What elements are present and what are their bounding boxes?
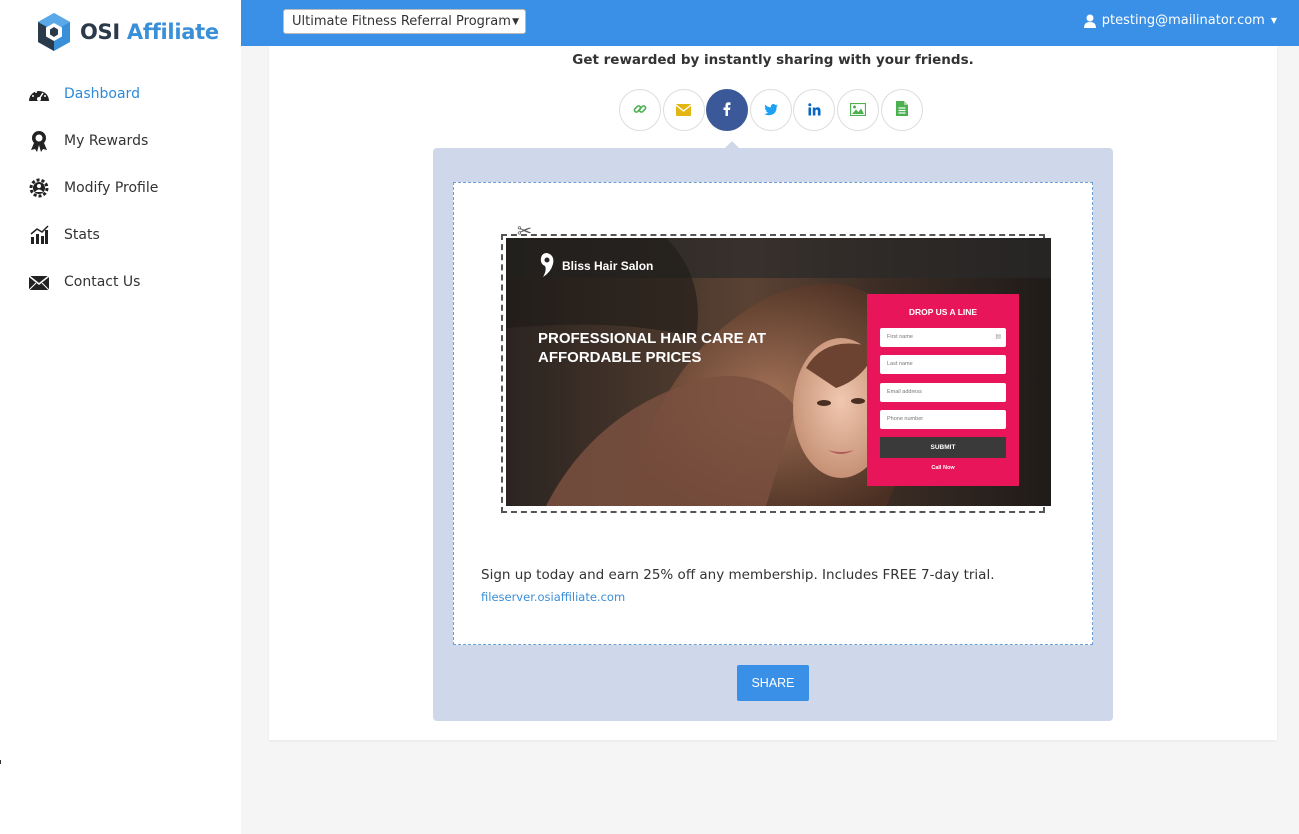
share-email-button[interactable] bbox=[662, 89, 705, 131]
share-message: Sign up today and earn 25% off any membe… bbox=[481, 567, 995, 583]
form-title: DROP US A LINE bbox=[908, 307, 978, 317]
form-first-name-field: First name ▤ bbox=[880, 328, 1006, 347]
user-icon bbox=[1083, 14, 1096, 28]
sidebar-item-label: Dashboard bbox=[64, 85, 140, 102]
envelope-icon bbox=[28, 271, 50, 293]
dashboard-gauge-icon bbox=[28, 83, 50, 105]
corner-mark bbox=[0, 760, 4, 764]
banner-hero-title: PROFESSIONAL HAIR CARE AT AFFORDABLE PRI… bbox=[538, 330, 767, 366]
share-options bbox=[619, 89, 924, 131]
brand-logo[interactable]: OSI Affiliate bbox=[36, 12, 219, 52]
user-email: ptesting@mailinator.com bbox=[1101, 13, 1265, 28]
user-menu[interactable]: ptesting@mailinator.com ▼ bbox=[1083, 13, 1277, 28]
promo-banner-image: Bliss Hair Salon PROFESSIONAL HAIR CARE … bbox=[506, 238, 1051, 506]
form-last-name-field: Last name bbox=[880, 355, 1006, 374]
share-button[interactable]: SHARE bbox=[737, 665, 809, 701]
bar-chart-icon bbox=[28, 224, 50, 246]
sidebar-item-label: Stats bbox=[64, 226, 100, 243]
autofill-icon: ▤ bbox=[995, 334, 1001, 340]
sidebar-item-stats[interactable]: Stats bbox=[0, 211, 241, 258]
sidebar: OSI Affiliate Dashboard My Rewards Modif… bbox=[0, 0, 241, 834]
chevron-down-icon: ▼ bbox=[512, 17, 519, 27]
gear-user-icon bbox=[28, 177, 50, 199]
twitter-icon bbox=[763, 101, 778, 120]
share-document-button[interactable] bbox=[880, 89, 923, 131]
brand-name: OSI Affiliate bbox=[80, 20, 219, 44]
salon-logo-icon bbox=[538, 252, 556, 282]
salon-name: Bliss Hair Salon bbox=[562, 259, 654, 273]
sidebar-item-label: My Rewards bbox=[64, 132, 149, 149]
share-headline: Get rewarded by instantly sharing with y… bbox=[572, 52, 974, 68]
facebook-icon bbox=[723, 101, 731, 120]
program-select-value: Ultimate Fitness Referral Program bbox=[292, 14, 511, 29]
link-icon bbox=[633, 101, 647, 120]
share-card: Get rewarded by instantly sharing with y… bbox=[269, 46, 1277, 740]
share-facebook-button[interactable] bbox=[706, 89, 749, 131]
sidebar-nav: Dashboard My Rewards Modify Profile Stat… bbox=[0, 70, 241, 305]
program-select[interactable]: Ultimate Fitness Referral Program ▼ bbox=[283, 9, 526, 34]
osi-hexagon-logo-icon bbox=[38, 13, 70, 51]
share-linkedin-button[interactable] bbox=[793, 89, 836, 131]
image-icon bbox=[849, 101, 867, 120]
sidebar-item-contact-us[interactable]: Contact Us bbox=[0, 258, 241, 305]
caret-down-icon: ▼ bbox=[1270, 16, 1277, 25]
form-call-now: Call Now bbox=[931, 465, 955, 471]
banner-contact-form: DROP US A LINE First name ▤ Last name Ema… bbox=[867, 294, 1019, 486]
sidebar-item-my-rewards[interactable]: My Rewards bbox=[0, 117, 241, 164]
share-image-button[interactable] bbox=[836, 89, 879, 131]
award-ribbon-icon bbox=[28, 130, 50, 152]
sidebar-item-modify-profile[interactable]: Modify Profile bbox=[0, 164, 241, 211]
form-email-field: Email address bbox=[880, 383, 1006, 402]
share-link[interactable]: fileserver.osiaffiliate.com bbox=[481, 590, 625, 604]
sidebar-item-label: Modify Profile bbox=[64, 179, 159, 196]
share-link-button[interactable] bbox=[619, 89, 661, 131]
share-preview-panel: ✂ Bliss Hair Salon PROFESSIONAL HAIR CAR… bbox=[433, 148, 1113, 721]
envelope-icon bbox=[675, 101, 692, 120]
top-bar: Ultimate Fitness Referral Program ▼ ptes… bbox=[241, 0, 1299, 46]
document-icon bbox=[895, 100, 908, 120]
form-phone-field: Phone number bbox=[880, 410, 1006, 429]
share-twitter-button[interactable] bbox=[749, 89, 792, 131]
share-preview: ✂ Bliss Hair Salon PROFESSIONAL HAIR CAR… bbox=[453, 182, 1093, 645]
sidebar-item-dashboard[interactable]: Dashboard bbox=[0, 70, 241, 117]
linkedin-icon bbox=[808, 101, 821, 120]
sidebar-item-label: Contact Us bbox=[64, 273, 141, 290]
form-submit-button: SUBMIT bbox=[880, 437, 1006, 458]
